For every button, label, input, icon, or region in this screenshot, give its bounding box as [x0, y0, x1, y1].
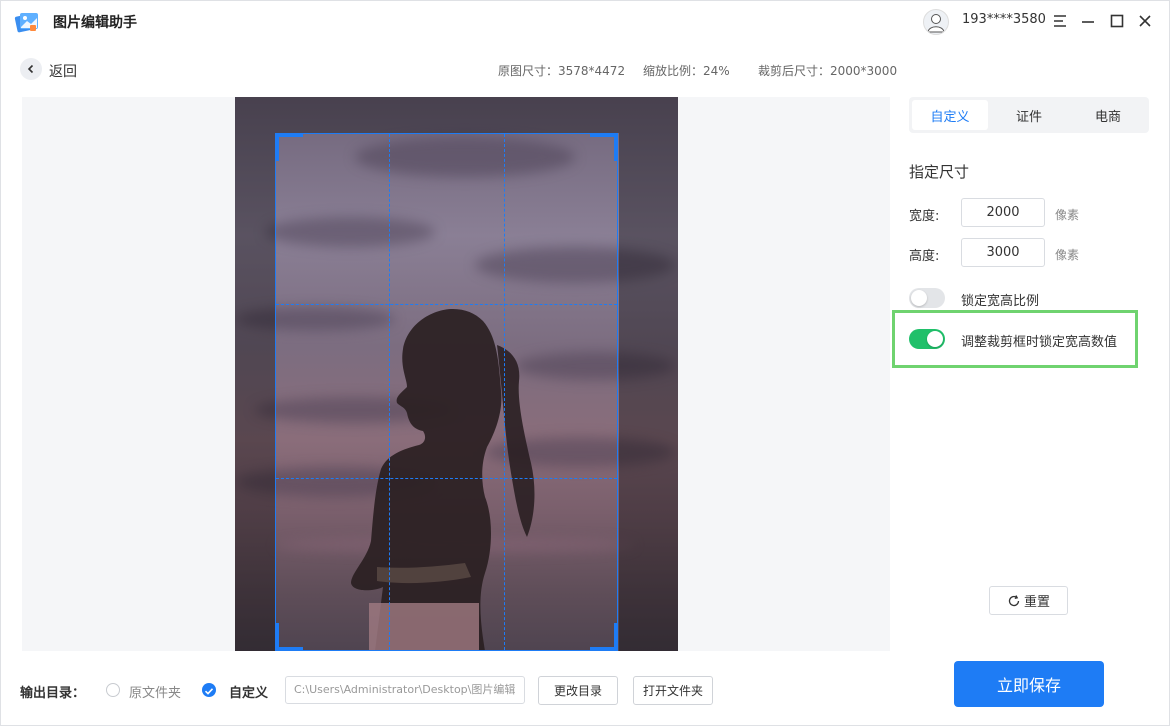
minimize-icon[interactable] — [1077, 10, 1099, 32]
radio-original-label[interactable]: 原文件夹 — [129, 682, 181, 701]
crop-mask-left — [235, 97, 275, 651]
reset-label: 重置 — [1023, 595, 1050, 610]
check-icon — [204, 688, 214, 695]
height-unit: 像素 — [1055, 248, 1080, 262]
width-unit: 像素 — [1055, 208, 1080, 222]
refresh-icon — [1008, 594, 1020, 606]
mode-tabs: 自定义 证件 电商 — [909, 97, 1149, 133]
crop-frame[interactable] — [275, 133, 618, 651]
open-folder-button[interactable]: 打开文件夹 — [633, 676, 713, 705]
lock-ratio-label: 锁定宽高比例 — [961, 294, 1040, 309]
radio-original-folder[interactable] — [106, 683, 120, 697]
change-dir-button[interactable]: 更改目录 — [538, 676, 618, 705]
grid-line — [276, 304, 617, 305]
image-canvas — [22, 97, 890, 651]
height-input[interactable] — [961, 238, 1045, 267]
highlight-box — [892, 310, 1138, 368]
output-dir-label: 输出目录： — [20, 686, 86, 701]
crop-handle-bottom-left[interactable] — [275, 623, 303, 651]
user-phone[interactable]: 193****3580 — [962, 12, 1046, 27]
back-label[interactable]: 返回 — [49, 61, 77, 81]
grid-line — [504, 134, 505, 650]
width-input[interactable] — [961, 198, 1045, 227]
zoom-ratio: 缩放比例：24% — [643, 64, 730, 78]
user-avatar-icon[interactable] — [923, 9, 949, 35]
lock-ratio-toggle[interactable] — [909, 288, 945, 308]
height-label: 高度: — [909, 249, 940, 264]
app-logo-icon — [14, 9, 40, 35]
grid-line — [389, 134, 390, 650]
crop-mask-right — [619, 97, 678, 651]
reset-button[interactable]: 重置 — [989, 586, 1068, 615]
back-button[interactable] — [20, 58, 42, 80]
cropped-size: 裁剪后尺寸：2000*3000 — [758, 64, 898, 78]
radio-custom-folder[interactable] — [202, 683, 216, 697]
crop-mask-top — [275, 97, 619, 133]
crop-handle-top-left[interactable] — [275, 133, 303, 161]
tab-custom[interactable]: 自定义 — [912, 100, 988, 130]
original-size: 原图尺寸：3578*4472 — [498, 64, 626, 78]
tab-id-photo[interactable]: 证件 — [991, 100, 1067, 130]
section-title: 指定尺寸 — [909, 163, 970, 181]
crop-handle-bottom-right[interactable] — [590, 623, 618, 651]
app-title: 图片编辑助手 — [53, 15, 137, 31]
chevron-left-icon — [27, 64, 34, 74]
tab-ecommerce[interactable]: 电商 — [1070, 100, 1146, 130]
crop-handle-top-right[interactable] — [590, 133, 618, 161]
maximize-icon[interactable] — [1106, 10, 1128, 32]
output-path-field[interactable]: C:\Users\Administrator\Desktop\图片编辑 — [285, 676, 525, 704]
radio-custom-label[interactable]: 自定义 — [229, 682, 268, 701]
toggle-knob — [911, 290, 927, 306]
width-label: 宽度: — [909, 209, 940, 224]
save-button[interactable]: 立即保存 — [954, 661, 1104, 707]
close-icon[interactable] — [1134, 10, 1156, 32]
grid-line — [276, 478, 617, 479]
menu-icon[interactable] — [1049, 10, 1071, 32]
